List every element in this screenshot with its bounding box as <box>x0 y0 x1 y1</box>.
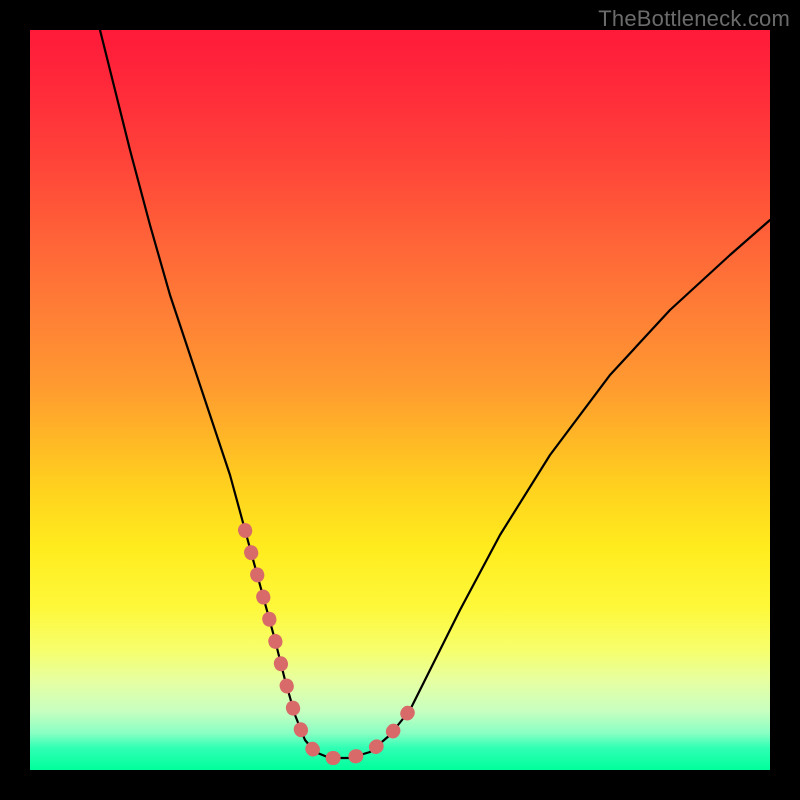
bottleneck-curve <box>100 30 770 758</box>
gradient-plot-area <box>30 30 770 770</box>
highlight-segment <box>245 530 410 758</box>
watermark-text: TheBottleneck.com <box>598 6 790 32</box>
bottleneck-chart <box>30 30 770 770</box>
